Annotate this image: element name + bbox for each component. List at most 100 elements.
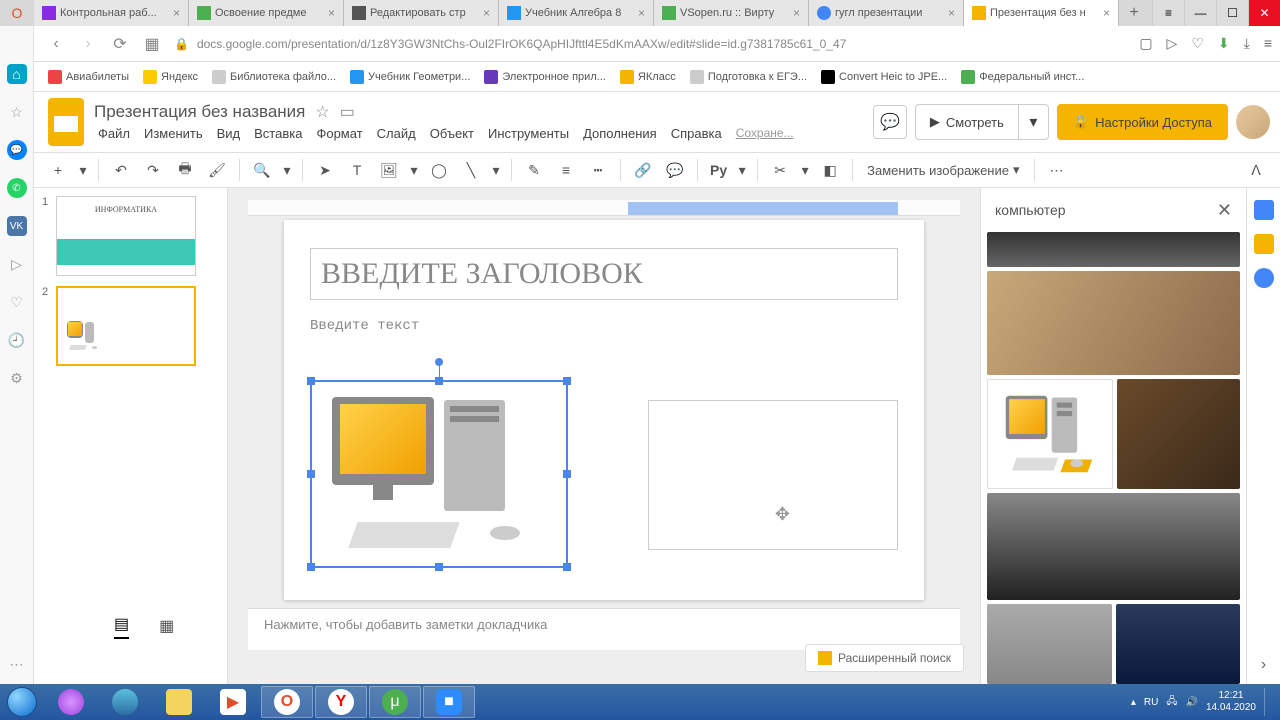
new-slide-dropdown[interactable]: ▾ — [76, 156, 90, 184]
close-panel-button[interactable]: ✕ — [1217, 200, 1232, 221]
slide-canvas[interactable]: Введите заголовок Введите текст — [284, 220, 924, 600]
browser-tab[interactable]: гугл презентации× — [809, 0, 964, 26]
hide-menus-button[interactable]: ᐱ — [1242, 156, 1270, 184]
play-icon[interactable]: ▷ — [7, 254, 27, 274]
font-dropdown[interactable]: ▾ — [735, 156, 749, 184]
bookmark-item[interactable]: Подготовка к ЕГЭ... — [690, 70, 807, 84]
paint-format-button[interactable]: 🖌 — [203, 156, 231, 184]
taskbar-app[interactable]: ▶ — [207, 686, 259, 718]
undo-button[interactable]: ↶ — [107, 156, 135, 184]
close-icon[interactable]: × — [173, 6, 180, 20]
bookmark-item[interactable]: Электронное прил... — [484, 70, 606, 84]
border-color-button[interactable]: ✎ — [520, 156, 548, 184]
speed-dial-button[interactable]: ▦ — [142, 34, 162, 54]
search-result-image[interactable] — [987, 604, 1112, 684]
language-indicator[interactable]: RU — [1144, 697, 1158, 708]
menu-edit[interactable]: Изменить — [140, 124, 207, 143]
browser-tab[interactable]: Освоение предме× — [189, 0, 344, 26]
more-tools-button[interactable]: ⋯ — [1043, 156, 1071, 184]
present-dropdown[interactable]: ▾ — [1019, 104, 1049, 140]
menu-object[interactable]: Объект — [426, 124, 478, 143]
download-icon[interactable]: ⬇ — [1218, 35, 1230, 52]
minimize-button[interactable]: — — [1184, 0, 1216, 26]
horizontal-ruler[interactable] — [248, 200, 960, 216]
volume-icon[interactable]: 🔊 — [1185, 697, 1197, 708]
bookmark-item[interactable]: Федеральный инст... — [961, 70, 1084, 84]
crop-dropdown[interactable]: ▾ — [798, 156, 812, 184]
network-icon[interactable]: 🖧 — [1166, 694, 1177, 711]
slides-logo-icon[interactable] — [48, 98, 84, 146]
easy-setup-icon[interactable]: ≡ — [1264, 35, 1272, 52]
save-page-icon[interactable]: ⤓ — [1244, 35, 1250, 52]
comments-button[interactable]: 💬 — [873, 105, 907, 139]
search-result-image[interactable] — [987, 493, 1240, 600]
document-title[interactable]: Презентация без названия — [94, 102, 305, 122]
crop-button[interactable]: ✂ — [766, 156, 794, 184]
search-result-image[interactable] — [1117, 379, 1241, 489]
tasks-icon[interactable] — [1254, 268, 1274, 288]
redo-button[interactable]: ↷ — [139, 156, 167, 184]
share-button[interactable]: 🔒Настройки Доступа — [1057, 104, 1228, 140]
bookmark-item[interactable]: Яндекс — [143, 70, 198, 84]
send-icon[interactable]: ▷ — [1167, 35, 1178, 52]
border-weight-button[interactable]: ≡ — [552, 156, 580, 184]
bookmark-item[interactable]: ЯКласс — [620, 70, 676, 84]
image-dropdown[interactable]: ▾ — [407, 156, 421, 184]
heart-icon[interactable]: ♡ — [7, 292, 27, 312]
comment-button[interactable]: 💬 — [661, 156, 689, 184]
maximize-button[interactable]: ☐ — [1216, 0, 1248, 26]
address-bar[interactable]: 🔒 docs.google.com/presentation/d/1z8Y3GW… — [174, 37, 1127, 51]
menu-help[interactable]: Справка — [667, 124, 726, 143]
taskbar-app[interactable] — [153, 686, 205, 718]
taskbar-app[interactable] — [99, 686, 151, 718]
zoom-button[interactable]: 🔍 — [248, 156, 276, 184]
calendar-icon[interactable] — [1254, 200, 1274, 220]
filmstrip-view-button[interactable]: ▤ — [114, 614, 129, 639]
show-desktop-button[interactable] — [1264, 688, 1272, 716]
history-icon[interactable]: 🕘 — [7, 330, 27, 350]
menu-insert[interactable]: Вставка — [250, 124, 306, 143]
browser-tab[interactable]: Редактировать стр× — [344, 0, 499, 26]
more-icon[interactable]: ⋯ — [7, 654, 27, 674]
border-dash-button[interactable]: ┅ — [584, 156, 612, 184]
move-folder-icon[interactable]: ▭ — [340, 102, 355, 122]
taskbar-app-running[interactable]: Y — [315, 686, 367, 718]
close-window-button[interactable]: ✕ — [1248, 0, 1280, 26]
slide-thumbnail-selected[interactable] — [56, 286, 196, 366]
textbox-tool[interactable]: T — [343, 156, 371, 184]
menu-file[interactable]: Файл — [94, 124, 134, 143]
browser-tab[interactable]: Контрольная раб...× — [34, 0, 189, 26]
messenger-icon[interactable]: 💬 — [7, 140, 27, 160]
title-placeholder[interactable]: Введите заголовок — [310, 248, 898, 300]
search-result-image[interactable] — [987, 379, 1113, 489]
close-icon[interactable]: × — [1103, 6, 1110, 20]
image-placeholder[interactable] — [648, 400, 898, 550]
forward-button[interactable]: › — [78, 35, 98, 53]
taskbar-app[interactable] — [45, 686, 97, 718]
bookmark-item[interactable]: Convert Heic to JPE... — [821, 70, 947, 84]
new-tab-button[interactable]: + — [1119, 0, 1149, 26]
print-button[interactable]: 🖶 — [171, 156, 199, 184]
bookmark-item[interactable]: Авиабилеты — [48, 70, 129, 84]
link-button[interactable]: 🔗 — [629, 156, 657, 184]
close-icon[interactable]: × — [948, 6, 955, 20]
search-result-image[interactable] — [987, 232, 1240, 267]
replace-image-button[interactable]: Заменить изображение▾ — [861, 162, 1025, 178]
tray-chevron-icon[interactable]: ▴ — [1131, 697, 1136, 708]
home-icon[interactable]: ⌂ — [7, 64, 27, 84]
heart-icon[interactable]: ♡ — [1191, 35, 1204, 52]
vk-icon[interactable]: VK — [7, 216, 27, 236]
search-term[interactable]: компьютер — [995, 202, 1066, 218]
taskbar-app-running[interactable]: O — [261, 686, 313, 718]
star-icon[interactable]: ☆ — [315, 102, 329, 122]
opera-menu-button[interactable]: O — [0, 0, 34, 26]
close-icon[interactable]: × — [483, 6, 490, 20]
menu-view[interactable]: Вид — [213, 124, 245, 143]
present-button[interactable]: ▶Смотреть — [915, 104, 1019, 140]
keep-icon[interactable] — [1254, 234, 1274, 254]
bookmark-item[interactable]: Учебник Геометри... — [350, 70, 470, 84]
shape-tool[interactable]: ◯ — [425, 156, 453, 184]
snapshot-icon[interactable]: ▢ — [1139, 35, 1152, 52]
bookmark-item[interactable]: Библиотека файло... — [212, 70, 336, 84]
advanced-search-button[interactable]: Расширенный поиск — [805, 644, 964, 672]
